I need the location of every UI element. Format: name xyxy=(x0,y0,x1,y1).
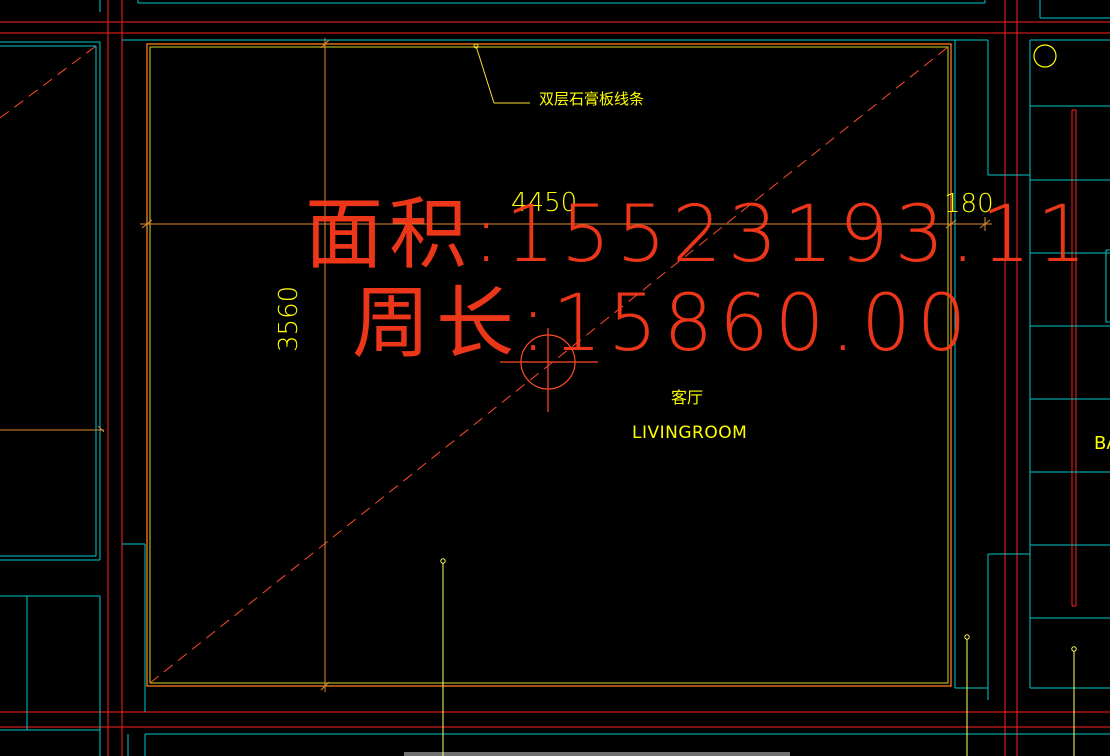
cad-drawing-canvas[interactable]: 双层石膏板线条 4450 180 3560 面积:15523193.11 周长:… xyxy=(0,0,1110,756)
room-name-cn: 客厅 xyxy=(671,388,704,407)
perimeter-measurement-text: 周长:15860.00 xyxy=(352,279,973,369)
cyan-structure-lines xyxy=(0,0,1110,756)
floor-plan-drawing xyxy=(0,0,1110,756)
room-name-en: LIVINGROOM xyxy=(632,423,748,443)
ceiling-note-label: 双层石膏板线条 xyxy=(539,90,645,108)
bottom-bar xyxy=(404,752,790,756)
red-wall-lines xyxy=(0,0,1110,756)
area-measurement-text: 面积:15523193.11 xyxy=(305,190,1093,280)
circle-marker-icon xyxy=(1033,44,1057,68)
bottom-leaders xyxy=(440,558,1077,756)
partial-room-label: BA xyxy=(1094,433,1110,454)
height-dimension-label: 3560 xyxy=(274,285,304,352)
note-leader xyxy=(473,43,530,104)
